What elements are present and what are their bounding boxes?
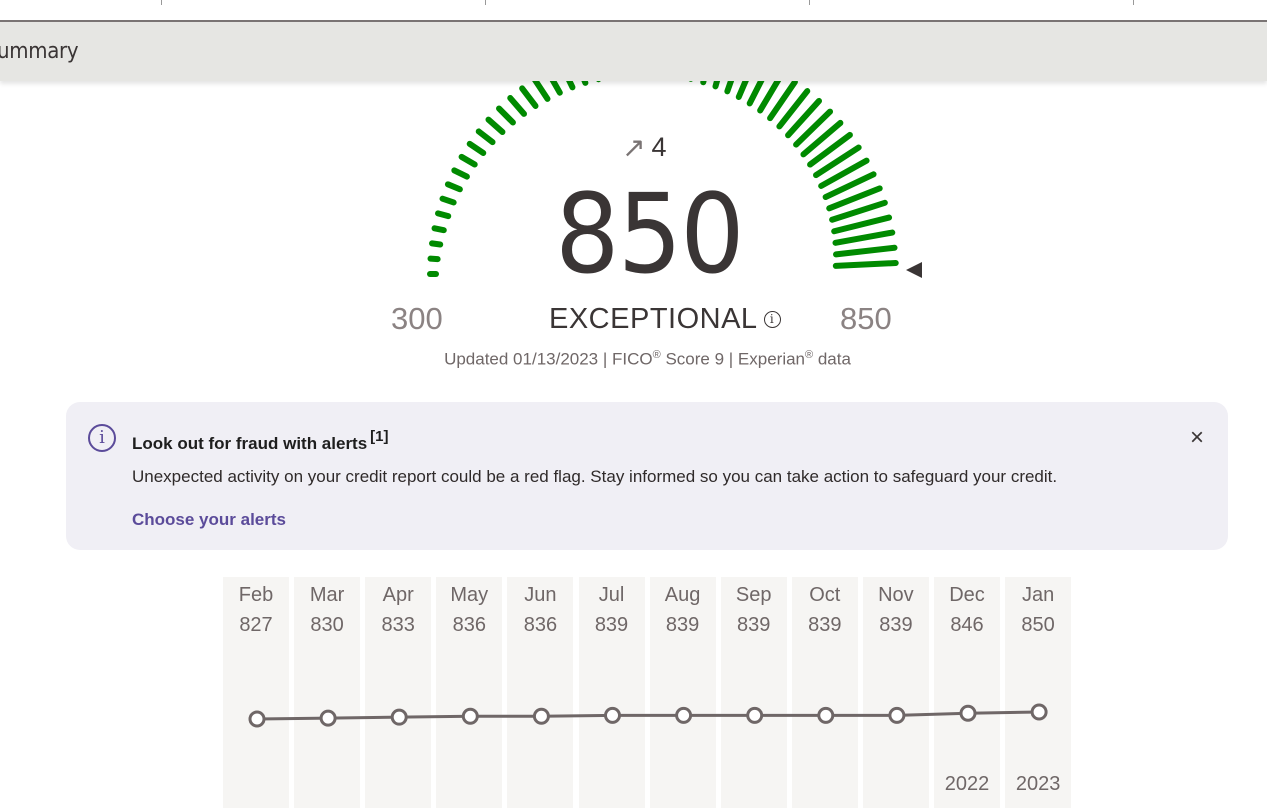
gauge-tick	[444, 181, 463, 193]
score-value-label: 839	[594, 614, 629, 636]
section-title: ummary	[0, 39, 79, 64]
history-column[interactable]: Aug 839	[649, 577, 716, 808]
score-value-label: 850	[1021, 614, 1055, 636]
gauge-tick	[429, 240, 444, 248]
fraud-alert-banner: i Look out for fraud with alerts [1] Unex…	[66, 402, 1228, 550]
close-icon[interactable]: ×	[1190, 426, 1204, 450]
range-max-label: 850	[840, 301, 892, 336]
alert-body: Unexpected activity on your credit repor…	[132, 467, 1058, 486]
info-icon[interactable]: i	[763, 311, 781, 328]
month-label: May	[450, 584, 489, 606]
updated-text-suffix: data	[813, 349, 851, 369]
footnote-link[interactable]: [1]	[370, 428, 388, 445]
year-label: 2022	[944, 773, 990, 795]
gauge-tick	[496, 105, 516, 126]
history-column[interactable]: Apr 833	[365, 577, 432, 808]
gauge-tick	[431, 225, 447, 234]
updated-text-mid: Score 9 | Experian	[660, 349, 806, 369]
info-icon: i	[88, 424, 116, 452]
score-value-label: 839	[879, 614, 913, 636]
history-column[interactable]: Dec 846 2022	[934, 577, 1000, 808]
registered-mark: ®	[805, 349, 814, 361]
month-label: Aug	[664, 584, 701, 606]
gauge-tick	[439, 195, 457, 206]
score-updated-info: Updated 01/13/2023 | FICO® Score 9 | Exp…	[380, 349, 915, 370]
gauge-tick	[833, 244, 898, 258]
history-column[interactable]: Mar 830	[294, 577, 361, 808]
month-label: Nov	[878, 584, 914, 606]
score-change: ↗ 4	[622, 132, 667, 163]
gauge-tick	[475, 128, 496, 146]
gauge-tick	[832, 260, 899, 269]
history-column[interactable]: Oct 839	[791, 577, 858, 808]
month-label: Jun	[524, 584, 557, 606]
score-change-value: 4	[651, 132, 667, 162]
score-pointer-icon	[906, 262, 922, 278]
score-value-label: 833	[381, 614, 415, 636]
gauge-tick	[466, 140, 487, 156]
score-value-label: 846	[950, 614, 984, 636]
updated-text: Updated 01/13/2023 | FICO	[444, 349, 653, 369]
gauge-tick	[435, 210, 452, 220]
score-value-label: 839	[737, 614, 771, 636]
alert-heading-text: Look out for fraud with alerts	[132, 434, 368, 453]
gauge-tick	[531, 76, 551, 102]
score-value-label: 827	[239, 614, 273, 636]
history-column[interactable]: Jun 836	[507, 577, 574, 808]
month-label: Feb	[238, 584, 274, 606]
rating-label: EXCEPTIONAL	[549, 303, 758, 335]
choose-alerts-link[interactable]: Choose your alerts	[132, 510, 286, 530]
alert-heading: Look out for fraud with alerts [1]	[132, 428, 389, 454]
history-column[interactable]: Feb 827	[223, 577, 289, 808]
history-column[interactable]: Sep 839	[720, 577, 787, 808]
gauge-tick	[485, 116, 506, 135]
gauge-tick	[832, 229, 896, 246]
gauge-tick	[451, 167, 470, 180]
month-label: Dec	[949, 584, 985, 606]
month-label: Apr	[382, 584, 414, 606]
score-value-label: 830	[310, 614, 344, 636]
month-label: Sep	[735, 584, 772, 606]
score-value-label: 839	[808, 614, 842, 636]
history-column[interactable]: Jul 839	[578, 577, 645, 808]
gauge-tick	[519, 85, 539, 109]
history-column[interactable]: Nov 839	[862, 577, 929, 808]
registered-mark: ®	[652, 349, 661, 361]
gauge-tick	[831, 214, 893, 235]
range-min-label: 300	[391, 301, 443, 336]
gauge-tick	[507, 95, 527, 117]
score-rating: EXCEPTIONAL i	[549, 303, 781, 336]
gauge-tick	[458, 153, 478, 168]
history-column[interactable]: Jan 850 2023	[1005, 577, 1072, 808]
score-value-label: 836	[523, 614, 558, 636]
history-column[interactable]: May 836	[436, 577, 503, 808]
month-label: Oct	[809, 584, 841, 606]
month-label: Jul	[598, 584, 625, 606]
year-label: 2023	[1015, 773, 1061, 795]
month-label: Mar	[309, 584, 345, 606]
score-value-label: 839	[665, 614, 700, 636]
trend-up-arrow-icon: ↗	[622, 131, 646, 163]
month-label: Jan	[1021, 584, 1055, 606]
score-value-label: 836	[452, 614, 486, 636]
summary-header: ummary	[0, 22, 1267, 81]
credit-score-value: 850	[555, 170, 744, 298]
